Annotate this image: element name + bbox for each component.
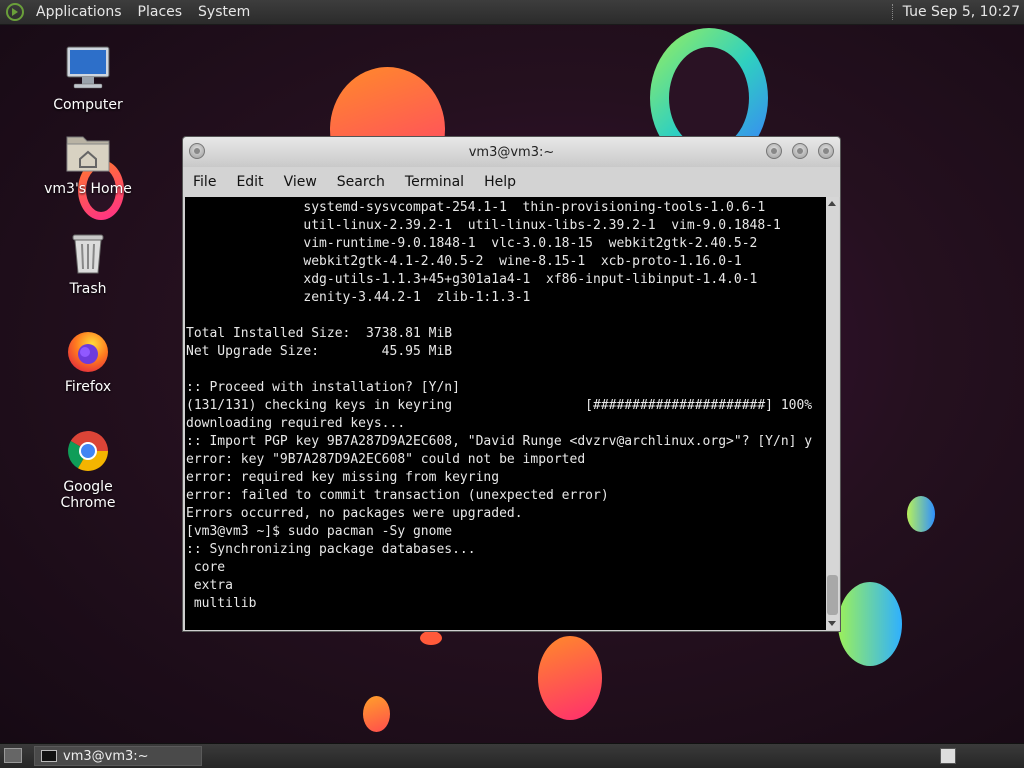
menu-view[interactable]: View (274, 174, 327, 190)
desktop-icon-trash[interactable]: Trash (38, 229, 138, 297)
terminal-line: extra (186, 578, 233, 593)
menu-system[interactable]: System (190, 4, 258, 20)
terminal-line: vim-runtime-9.0.1848-1 vlc-3.0.18-15 web… (186, 236, 758, 251)
minimize-button[interactable] (766, 143, 782, 159)
menu-applications[interactable]: Applications (28, 4, 130, 20)
desktop-icon-home[interactable]: vm3's Home (38, 129, 138, 197)
terminal-line: webkit2gtk-4.1-2.40.5-2 wine-8.15-1 xcb-… (186, 254, 742, 269)
terminal-line: core (186, 560, 226, 575)
terminal-line: error: required key missing from keyring (186, 470, 500, 485)
desktop-icon-chrome[interactable]: Google Chrome (38, 427, 138, 511)
distro-logo-icon[interactable] (6, 3, 24, 21)
terminal-line: multilib (186, 596, 257, 611)
maximize-button[interactable] (792, 143, 808, 159)
window-title: vm3@vm3:~ (468, 144, 555, 160)
desktop-icon-label: Computer (53, 97, 123, 113)
top-panel: Applications Places System Tue Sep 5, 10… (0, 0, 1024, 25)
desktop-icon-label: vm3's Home (44, 181, 132, 197)
window-menu-button[interactable] (189, 143, 205, 159)
terminal-menubar: File Edit View Search Terminal Help (183, 167, 840, 197)
computer-icon (64, 45, 112, 93)
terminal-line: util-linux-2.39.2-1 util-linux-libs-2.39… (186, 218, 781, 233)
desktop-icon-label: Trash (69, 281, 107, 297)
wallpaper-teal-blob (838, 582, 902, 666)
terminal-line: Net Upgrade Size: 45.95 MiB (186, 344, 453, 359)
terminal-line: Errors occurred, no packages were upgrad… (186, 506, 523, 521)
scroll-up-arrow-icon[interactable] (828, 201, 836, 206)
terminal-line: error: key "9B7A287D9A2EC608" could not … (186, 452, 586, 467)
terminal-icon (41, 750, 57, 762)
window-titlebar[interactable]: vm3@vm3:~ (183, 137, 840, 167)
menu-terminal[interactable]: Terminal (395, 174, 474, 190)
close-button[interactable] (818, 143, 834, 159)
chrome-icon (64, 427, 112, 475)
terminal-line: error: failed to commit transaction (une… (186, 488, 609, 503)
desktop-icon-label: Firefox (64, 379, 112, 395)
terminal-output[interactable]: systemd-sysvcompat-254.1-1 thin-provisio… (185, 197, 826, 630)
firefox-icon (64, 327, 112, 375)
terminal-line: [vm3@vm3 ~]$ sudo pacman -Sy gnome (186, 524, 453, 539)
wallpaper-small-orange-blob (363, 696, 390, 732)
terminal-line: Total Installed Size: 3738.81 MiB (186, 326, 453, 341)
wallpaper-small-teal-blob (907, 496, 935, 532)
terminal-line: downloading required keys... (186, 416, 406, 431)
menu-edit[interactable]: Edit (226, 174, 273, 190)
menu-search[interactable]: Search (327, 174, 395, 190)
wallpaper-pink-blob (538, 636, 602, 720)
scroll-down-arrow-icon[interactable] (828, 621, 836, 626)
taskbar-window-label: vm3@vm3:~ (63, 748, 149, 764)
terminal-window[interactable]: vm3@vm3:~ File Edit View Search Terminal… (182, 136, 841, 632)
terminal-line: (131/131) checking keys in keyring [####… (186, 398, 813, 413)
show-desktop-icon[interactable] (4, 748, 22, 763)
bottom-panel: vm3@vm3:~ (0, 743, 1024, 768)
menu-help[interactable]: Help (474, 174, 526, 190)
home-folder-icon (64, 129, 112, 177)
desktop-icon-label: Google Chrome (60, 479, 116, 511)
clock-area: Tue Sep 5, 10:27 (891, 4, 1024, 20)
menu-file[interactable]: File (183, 174, 226, 190)
clock[interactable]: Tue Sep 5, 10:27 (903, 4, 1020, 20)
terminal-line: :: Synchronizing package databases... (186, 542, 476, 557)
terminal-line: xdg-utils-1.1.3+45+g301a1a4-1 xf86-input… (186, 272, 758, 287)
workspace-switcher[interactable] (940, 748, 956, 764)
scrollbar-thumb[interactable] (827, 575, 838, 615)
menu-places[interactable]: Places (130, 4, 191, 20)
wallpaper-tiny-blob (420, 631, 442, 645)
terminal-line: systemd-sysvcompat-254.1-1 thin-provisio… (186, 200, 766, 215)
taskbar-window-button[interactable]: vm3@vm3:~ (34, 746, 202, 766)
terminal-line: zenity-3.44.2-1 zlib-1:1.3-1 (186, 290, 531, 305)
terminal-line: :: Proceed with installation? [Y/n] (186, 380, 460, 395)
desktop-icon-firefox[interactable]: Firefox (38, 327, 138, 395)
terminal-line: :: Import PGP key 9B7A287D9A2EC608, "Dav… (186, 434, 813, 449)
terminal-scrollbar[interactable] (826, 197, 839, 630)
trash-icon (64, 229, 112, 277)
desktop-icon-computer[interactable]: Computer (38, 45, 138, 113)
panel-separator (891, 4, 895, 20)
